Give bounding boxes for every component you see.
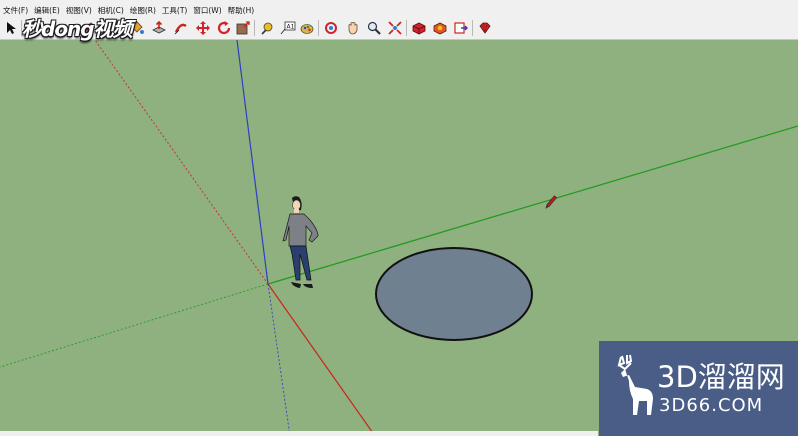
menu-help[interactable]: 帮助(H) — [225, 4, 258, 17]
circle-face[interactable] — [375, 247, 533, 341]
menu-file[interactable]: 文件(F) — [0, 4, 31, 17]
pan-icon[interactable] — [344, 19, 362, 37]
status-bar — [0, 431, 598, 436]
orbit-icon[interactable] — [322, 19, 340, 37]
extension-warehouse-icon[interactable] — [431, 19, 449, 37]
move-icon[interactable] — [194, 19, 212, 37]
red-axis — [267, 283, 376, 436]
menu-draw[interactable]: 绘图(R) — [127, 4, 159, 17]
menu-tools[interactable]: 工具(T) — [159, 4, 190, 17]
tape-measure-icon[interactable] — [258, 19, 276, 37]
rotate-icon[interactable] — [215, 19, 233, 37]
menu-edit[interactable]: 编辑(E) — [31, 4, 63, 17]
menu-bar: 文件(F) 编辑(E) 视图(V) 相机(C) 绘图(R) 工具(T) 窗口(W… — [0, 4, 798, 17]
pencil-cursor-icon — [545, 195, 558, 209]
zoom-extents-icon[interactable] — [386, 19, 404, 37]
watermark-panel: 3D溜溜网 3D66.COM — [599, 341, 798, 436]
miaodong-watermark-logo: 秒dong视频 — [22, 17, 133, 41]
menu-camera[interactable]: 相机(C) — [95, 4, 127, 17]
blue-axis-negative — [267, 283, 291, 436]
menu-view[interactable]: 视图(V) — [63, 4, 95, 17]
ruby-console-icon[interactable] — [476, 19, 494, 37]
select-arrow-icon[interactable] — [2, 19, 20, 37]
follow-me-icon[interactable] — [172, 19, 190, 37]
green-axis-negative — [0, 283, 269, 368]
warehouse-icon[interactable] — [410, 19, 428, 37]
text-label-icon[interactable]: A1 — [279, 19, 297, 37]
brand-domain: 3D66.COM — [659, 395, 764, 416]
send-to-layout-icon[interactable] — [452, 19, 470, 37]
zoom-icon[interactable] — [365, 19, 383, 37]
brand-name: 3D溜溜网 — [657, 360, 785, 394]
svg-text:A1: A1 — [287, 24, 295, 31]
paint-icon[interactable] — [298, 19, 316, 37]
push-pull-icon[interactable] — [150, 19, 168, 37]
green-axis — [267, 125, 798, 285]
menu-window[interactable]: 窗口(W) — [190, 4, 224, 17]
scale-icon[interactable] — [234, 19, 252, 37]
deer-logo-icon — [617, 354, 653, 415]
